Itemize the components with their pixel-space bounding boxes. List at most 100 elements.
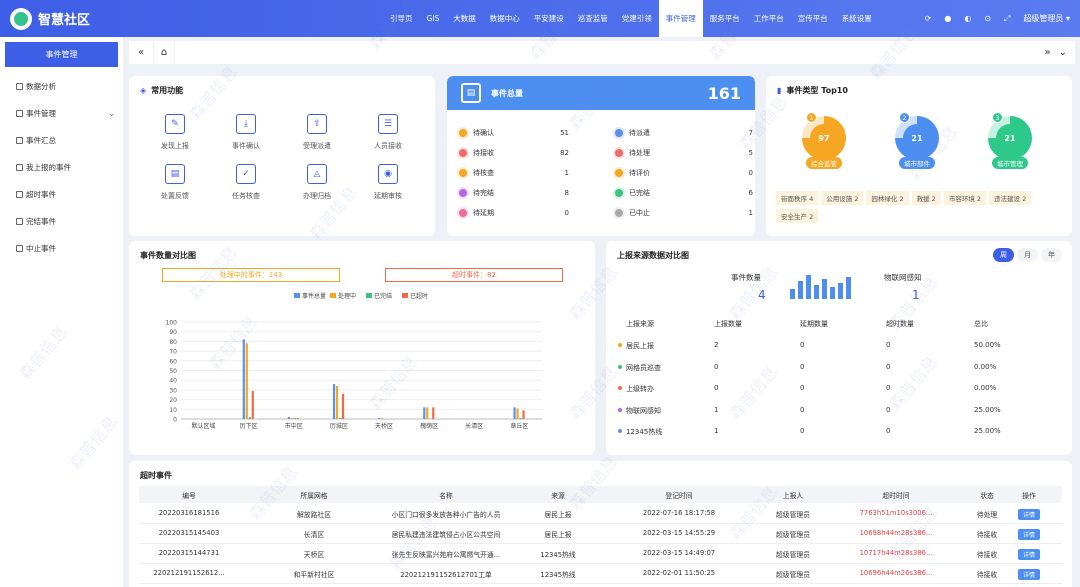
- quick-function-item[interactable]: ✓ 任务核查: [216, 164, 276, 201]
- sidebar-item-label: 中止事件: [26, 244, 56, 253]
- source-cell: 0: [800, 362, 805, 371]
- chart-bar: [293, 418, 297, 419]
- lock-icon[interactable]: ⊙: [984, 14, 991, 23]
- overdue-table-row: 20220315145403 长清区 居民私建违法建筑侵占小区公共空间 居民上报 202…: [139, 524, 1062, 544]
- period-toggle[interactable]: 周: [993, 248, 1014, 262]
- quick-function-item[interactable]: ☰ 人员接收: [358, 114, 418, 151]
- theme-icon[interactable]: ◐: [964, 14, 971, 23]
- sidebar-item[interactable]: 我上报的事件: [0, 154, 123, 181]
- nav-item[interactable]: 党建引领: [615, 0, 659, 37]
- detail-button[interactable]: 详情: [1017, 549, 1041, 560]
- source-dot-icon: [618, 429, 622, 433]
- fullscreen-icon[interactable]: ⤢: [1004, 14, 1010, 24]
- detail-button[interactable]: 详情: [1017, 569, 1041, 580]
- quick-function-label: 任务核查: [232, 192, 260, 200]
- chart-bar: [335, 386, 339, 419]
- user-menu[interactable]: 超级管理员 ▾: [1023, 13, 1070, 24]
- source-cell: 25.00%: [974, 427, 1001, 435]
- overdue-cell: 2022-02-01 11:50:25: [642, 569, 716, 577]
- overdue-cell: 超级管理员: [776, 571, 810, 579]
- mini-bar-chart: [790, 275, 851, 299]
- detail-button[interactable]: 详情: [1017, 509, 1041, 520]
- source-cell: 1: [714, 427, 719, 435]
- nav-item[interactable]: 工作平台: [747, 0, 791, 37]
- sidebar-item-label: 完结事件: [26, 217, 56, 226]
- quick-function-item[interactable]: ✎ 发现上报: [145, 114, 205, 151]
- overdue-cell: 小区门口很多发放各种小广告的人员: [391, 511, 501, 519]
- quick-function-label: 发现上报: [161, 142, 189, 150]
- summary-stat-label: 已中止: [629, 209, 650, 217]
- type-tag: 违法建设 2: [989, 191, 1032, 205]
- y-tick-label: 10: [169, 407, 177, 414]
- sidebar-header[interactable]: 事件管理: [5, 42, 118, 67]
- nav-item[interactable]: 平安建设: [527, 0, 571, 37]
- summary-stat-value: 1: [748, 209, 753, 217]
- app-logo[interactable]: 智慧社区: [0, 7, 200, 30]
- x-tick-label: 默认区域: [192, 422, 216, 430]
- chart-bar: [432, 407, 435, 419]
- quick-function-item[interactable]: ◬ 办理归档: [287, 164, 347, 201]
- summary-stat-label: 待处理: [629, 149, 650, 157]
- source-table-row: 物联网感知 1 0 0 25.00%: [606, 404, 1056, 424]
- quick-function-label: 处置反馈: [161, 192, 189, 200]
- overdue-header-cell: 所属网格: [300, 492, 328, 500]
- y-tick-label: 90: [169, 329, 177, 336]
- overdue-cell: 居民上报: [544, 531, 572, 539]
- home-tab-icon[interactable]: ⌂: [153, 41, 175, 64]
- overdue-header-cell: 登记时间: [665, 492, 693, 500]
- quick-function-item[interactable]: ⇪ 受理派遣: [287, 114, 347, 151]
- nav-item[interactable]: 大数据: [446, 0, 483, 37]
- sidebar-item[interactable]: 完结事件: [0, 208, 123, 235]
- quick-function-item[interactable]: ▤ 处置反馈: [145, 164, 205, 201]
- summary-stat-value: 7: [748, 129, 753, 137]
- sidebar-item[interactable]: 数据分析: [0, 73, 123, 100]
- mini-bar: [822, 279, 827, 299]
- nav-item[interactable]: 服务平台: [703, 0, 747, 37]
- mini-bar: [798, 281, 803, 299]
- type-label: 综合监管: [806, 157, 842, 169]
- source-cell: 0: [800, 427, 805, 435]
- tab-menu-icon[interactable]: ⌄: [1059, 47, 1067, 58]
- status-dot-icon: [459, 169, 467, 177]
- summary-stat-value: 0: [564, 209, 569, 217]
- quick-function-label: 办理归档: [303, 192, 331, 200]
- sidebar-item[interactable]: 事件管理 ⌄: [0, 100, 123, 127]
- sidebar-item[interactable]: 中止事件: [0, 235, 123, 262]
- nav-item[interactable]: GIS: [420, 0, 447, 37]
- nav-item[interactable]: 引导页: [383, 0, 420, 37]
- sidebar-item[interactable]: 事件汇总: [0, 127, 123, 154]
- notification-icon[interactable]: ●: [944, 14, 951, 23]
- source-table-row: 上级转办 0 0 0 0.00%: [606, 382, 1056, 402]
- summary-stat-label: 待评价: [629, 169, 650, 177]
- quick-title: 常用功能: [151, 86, 184, 95]
- refresh-icon[interactable]: ⟳: [925, 14, 932, 23]
- scroll-right-icon[interactable]: »: [1044, 47, 1050, 58]
- period-toggle[interactable]: 年: [1041, 248, 1062, 262]
- y-tick-label: 60: [169, 358, 177, 365]
- nav-item[interactable]: 巡查监管: [571, 0, 615, 37]
- source-compare-card: 上报来源数据对比图 周月年 事件数量 4 物联网感知 1 上报来源 上报数量 延期数…: [606, 241, 1072, 455]
- quick-function-item[interactable]: ⤓ 事件确认: [216, 114, 276, 151]
- chevron-down-icon: ⌄: [108, 109, 115, 118]
- summary-stat-label: 待接收: [473, 149, 494, 157]
- nav-item[interactable]: 系统设置: [835, 0, 879, 37]
- status-dot-icon: [615, 149, 623, 157]
- nav-item[interactable]: 数据中心: [483, 0, 527, 37]
- nav-item[interactable]: 事件管理: [658, 0, 703, 37]
- chart-bar: [248, 417, 251, 419]
- nav-item[interactable]: 宣传平台: [791, 0, 835, 37]
- dispatch-icon: ⇪: [307, 114, 327, 134]
- summary-stat-label: 待延期: [473, 209, 494, 217]
- summary-stat-row: 待评价 0: [615, 168, 753, 178]
- quick-function-item[interactable]: ◉ 延期审核: [358, 164, 418, 201]
- detail-button[interactable]: 详情: [1017, 529, 1041, 540]
- summary-stat-value: 8: [564, 189, 569, 197]
- period-toggle[interactable]: 月: [1017, 248, 1038, 262]
- overdue-cell: 解放路社区: [297, 511, 331, 519]
- y-tick-label: 40: [169, 378, 177, 385]
- scroll-left-icon[interactable]: «: [129, 47, 153, 58]
- source-cell: 1: [714, 405, 719, 414]
- sidebar-item[interactable]: 超时事件: [0, 181, 123, 208]
- mini-bar: [838, 283, 843, 299]
- overdue-cell: 居民上报: [544, 511, 572, 519]
